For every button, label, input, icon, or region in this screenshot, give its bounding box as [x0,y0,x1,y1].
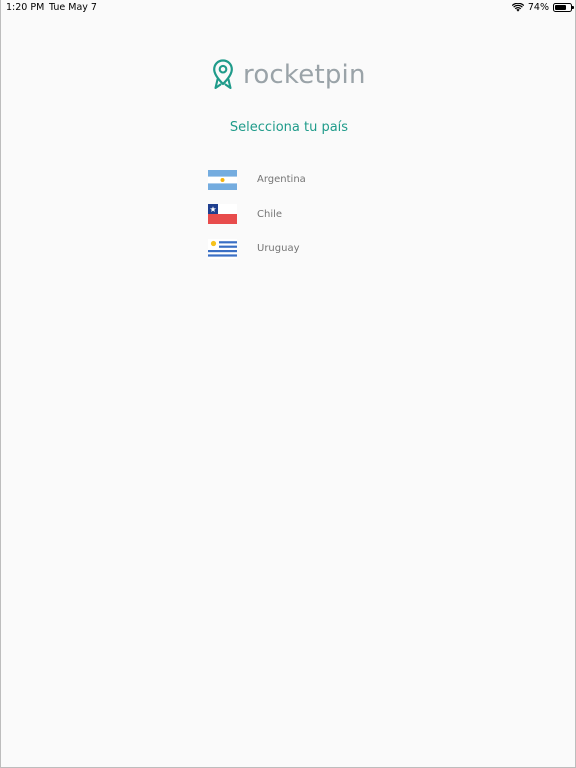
battery-icon [553,3,574,12]
country-label: Argentina [257,174,306,185]
country-list: Argentina Chile Uruguay [208,169,408,273]
uruguay-flag-icon [208,238,237,259]
country-item-uruguay[interactable]: Uruguay [208,238,408,259]
rocket-pin-icon [213,59,233,90]
battery-percent: 74% [527,2,549,13]
wifi-icon [511,3,524,12]
app-screen: 1:20 PM Tue May 7 74% rocketpin Seleccio… [0,0,576,768]
country-label: Chile [257,208,283,220]
argentina-flag-icon [208,169,237,190]
logo-wordmark: rocketpin [243,59,366,90]
status-date: Tue May 7 [49,2,97,13]
chile-flag-icon [208,204,237,224]
status-indicators: 74% [511,2,574,13]
country-item-chile[interactable]: Chile [208,204,408,225]
country-label: Uruguay [257,243,300,254]
battery-cap [572,6,574,9]
status-bar: 1:20 PM Tue May 7 74% [1,0,576,16]
country-item-argentina[interactable]: Argentina [208,169,408,190]
battery-fill [555,5,567,10]
page-title: Selecciona tu país [229,120,349,135]
status-time: 1:20 PM [6,2,45,13]
rocketpin-logo: rocketpin [212,59,366,90]
